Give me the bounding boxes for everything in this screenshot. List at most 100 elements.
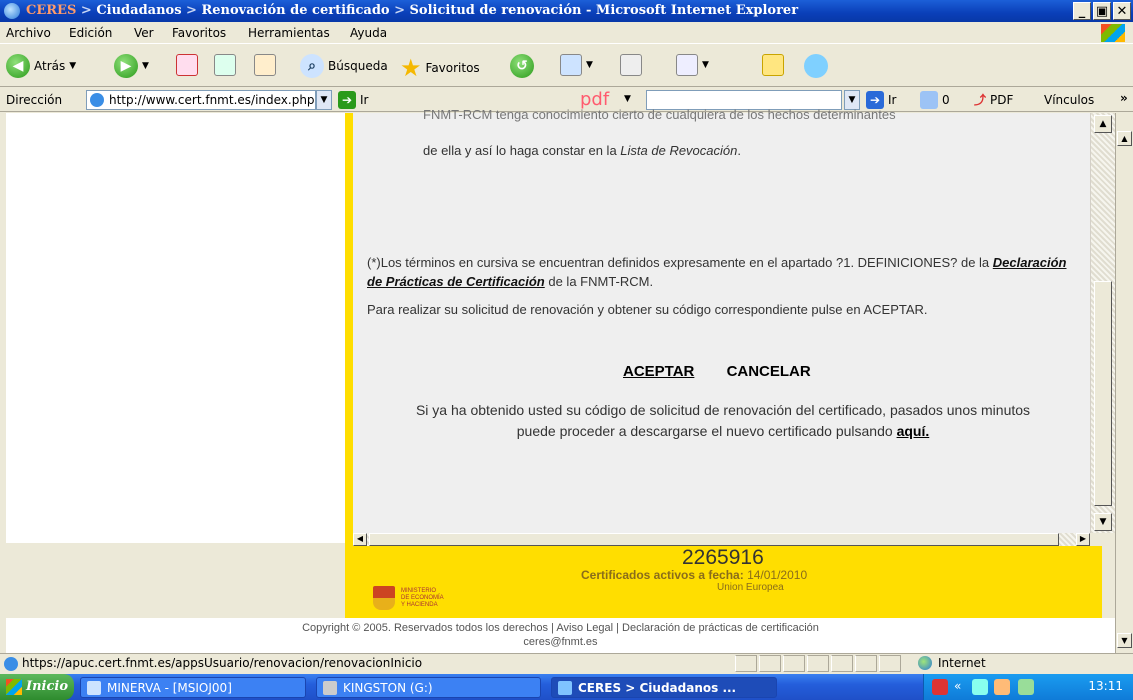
toolbar: ◀ Atrás ▼ ▶ ▼ ⌕ Búsqueda ★ Favoritos ↺ ▼… [0,45,1133,87]
print-button[interactable] [620,54,642,76]
contact-email[interactable]: ceres@fnmt.es [6,635,1115,649]
page-scroll-down-button[interactable]: ▼ [1117,633,1132,648]
menu-edicion[interactable]: Edición [69,26,112,40]
info-paragraph: Si ya ha obtenido usted su código de sol… [403,400,1043,442]
scroll-left-button[interactable]: ◀ [353,533,367,546]
address-input[interactable]: http://www.cert.fnmt.es/index.php?cha=ci… [86,90,316,110]
back-button[interactable]: ◀ Atrás ▼ [6,54,76,78]
chevron-down-icon: ▼ [142,61,149,71]
ministry-line: MINISTERIO [401,587,437,594]
scroll-down-button[interactable]: ▼ [1094,513,1112,531]
menu-bar: Archivo Edición Ver Favoritos Herramient… [0,22,1133,44]
chevron-right-icon[interactable]: » [1120,91,1128,105]
eu-label: Union Europea [717,582,784,593]
page-scroll-up-button[interactable]: ▲ [1117,131,1132,146]
download-here-link[interactable]: aquí. [897,423,930,439]
taskbar-item-minerva[interactable]: MINERVA - [MSIOJ00] [80,677,306,698]
taskbar-item-kingston[interactable]: KINGSTON (G:) [316,677,541,698]
status-cell [855,655,877,672]
favorites-button[interactable]: ★ Favoritos [400,54,480,82]
menu-ver[interactable]: Ver [134,26,154,40]
left-pane [0,113,345,543]
app-icon [87,681,101,695]
content-frame-wrapper: FNMT-RCM tenga conocimiento cierto de cu… [345,107,1115,546]
revocation-end: . [737,143,741,158]
copyright-text: Copyright © 2005. Reservados todos los d… [302,622,819,634]
window-controls: _ ▣ ✕ [1073,2,1131,20]
search-icon: ⌕ [300,54,324,78]
page-icon [90,93,104,107]
search-button[interactable]: ⌕ Búsqueda [300,54,388,78]
definitions-paragraph: (*)Los términos en cursiva se encuentran… [367,253,1067,291]
title-separator: > [389,3,410,18]
antivirus-icon[interactable] [994,679,1010,695]
messenger-button[interactable] [804,54,828,78]
revocation-list-term: Lista de Revocación [620,143,738,158]
menu-herramientas[interactable]: Herramientas [248,26,330,40]
go-label: Ir [360,93,369,107]
go-button[interactable]: ➔ Ir [338,91,368,109]
refresh-icon [214,54,236,76]
chevron-down-icon[interactable]: ▼ [624,94,631,104]
copyright-bar: Copyright © 2005. Reservados todos los d… [0,618,1115,653]
title-suffix: - Microsoft Internet Explorer [581,3,799,18]
drive-icon [323,681,337,695]
scroll-thumb[interactable] [1094,281,1112,506]
start-button[interactable]: Inicio [0,674,74,700]
maximize-button[interactable]: ▣ [1093,2,1111,20]
favorites-label: Favoritos [425,61,480,75]
active-cert-count: 2265916 [682,546,764,569]
scroll-up-button[interactable]: ▲ [1094,115,1112,133]
zone-label: Internet [938,656,986,670]
tray-expand-icon[interactable]: « [954,679,961,693]
windows-logo-icon [1101,24,1125,42]
frame-vertical-scrollbar[interactable]: ▲ ▼ [1090,113,1115,533]
taskbar-item-ceres[interactable]: CERES > Ciudadanos ... [551,677,777,698]
site-footer: 2265916 Certificados activos a fecha: 14… [345,546,1102,618]
content-frame: FNMT-RCM tenga conocimiento cierto de cu… [353,107,1090,533]
clock[interactable]: 13:11 [1088,679,1123,693]
address-dropdown[interactable]: ▼ [316,90,332,110]
coat-of-arms-icon [373,586,395,610]
tray-app-icon[interactable] [932,679,948,695]
hscroll-thumb[interactable] [369,533,1059,546]
mail-button[interactable]: ▼ [560,54,593,76]
cancel-link[interactable]: CANCELAR [727,363,811,380]
menu-ayuda[interactable]: Ayuda [350,26,387,40]
refresh-button[interactable] [214,54,236,76]
stop-icon [176,54,198,76]
start-label: Inicio [26,679,68,694]
network-icon[interactable] [972,679,988,695]
address-label: Dirección [6,93,63,107]
system-tray: « 13:11 [923,674,1133,700]
tray-status-icon[interactable] [1018,679,1034,695]
status-cell [879,655,901,672]
folder-button[interactable] [762,54,784,76]
chevron-down-icon: ▼ [69,61,77,71]
forward-button[interactable]: ▶ ▼ [114,54,149,78]
messenger-icon [804,54,828,78]
history-icon: ↺ [510,54,534,78]
accept-link[interactable]: ACEPTAR [623,363,694,380]
edit-button[interactable]: ▼ [676,54,709,76]
ministry-text: MINISTERIO DE ECONOMÍA Y HACIENDA [401,588,444,609]
ministry-logo: MINISTERIO DE ECONOMÍA Y HACIENDA [373,586,444,610]
title-bar[interactable]: CERES > Ciudadanos > Renovación de certi… [0,0,1133,22]
history-button[interactable]: ↺ [510,54,534,78]
menu-favoritos[interactable]: Favoritos [172,26,226,40]
info-text: Si ya ha obtenido usted su código de sol… [415,402,1031,439]
home-button[interactable] [254,54,276,76]
address-url: http://www.cert.fnmt.es/index.php?cha=ci… [109,93,315,107]
ministry-line: Y HACIENDA [401,601,438,608]
cert-label-text: Certificados activos a fecha: [581,568,748,582]
close-button[interactable]: ✕ [1113,2,1131,20]
stop-button[interactable] [176,54,198,76]
cut-off-text: FNMT-RCM tenga conocimiento cierto de cu… [423,107,896,122]
frame-horizontal-scrollbar[interactable]: ◀ ▶ [353,533,1090,546]
page-vertical-scrollbar[interactable]: ▲ ▼ [1115,113,1133,653]
minimize-button[interactable]: _ [1073,2,1091,20]
ie-window: CERES > Ciudadanos > Renovación de certi… [0,0,1133,700]
scroll-right-button[interactable]: ▶ [1076,533,1090,546]
menu-archivo[interactable]: Archivo [6,26,51,40]
status-url: https://apuc.cert.fnmt.es/appsUsuario/re… [22,656,423,670]
